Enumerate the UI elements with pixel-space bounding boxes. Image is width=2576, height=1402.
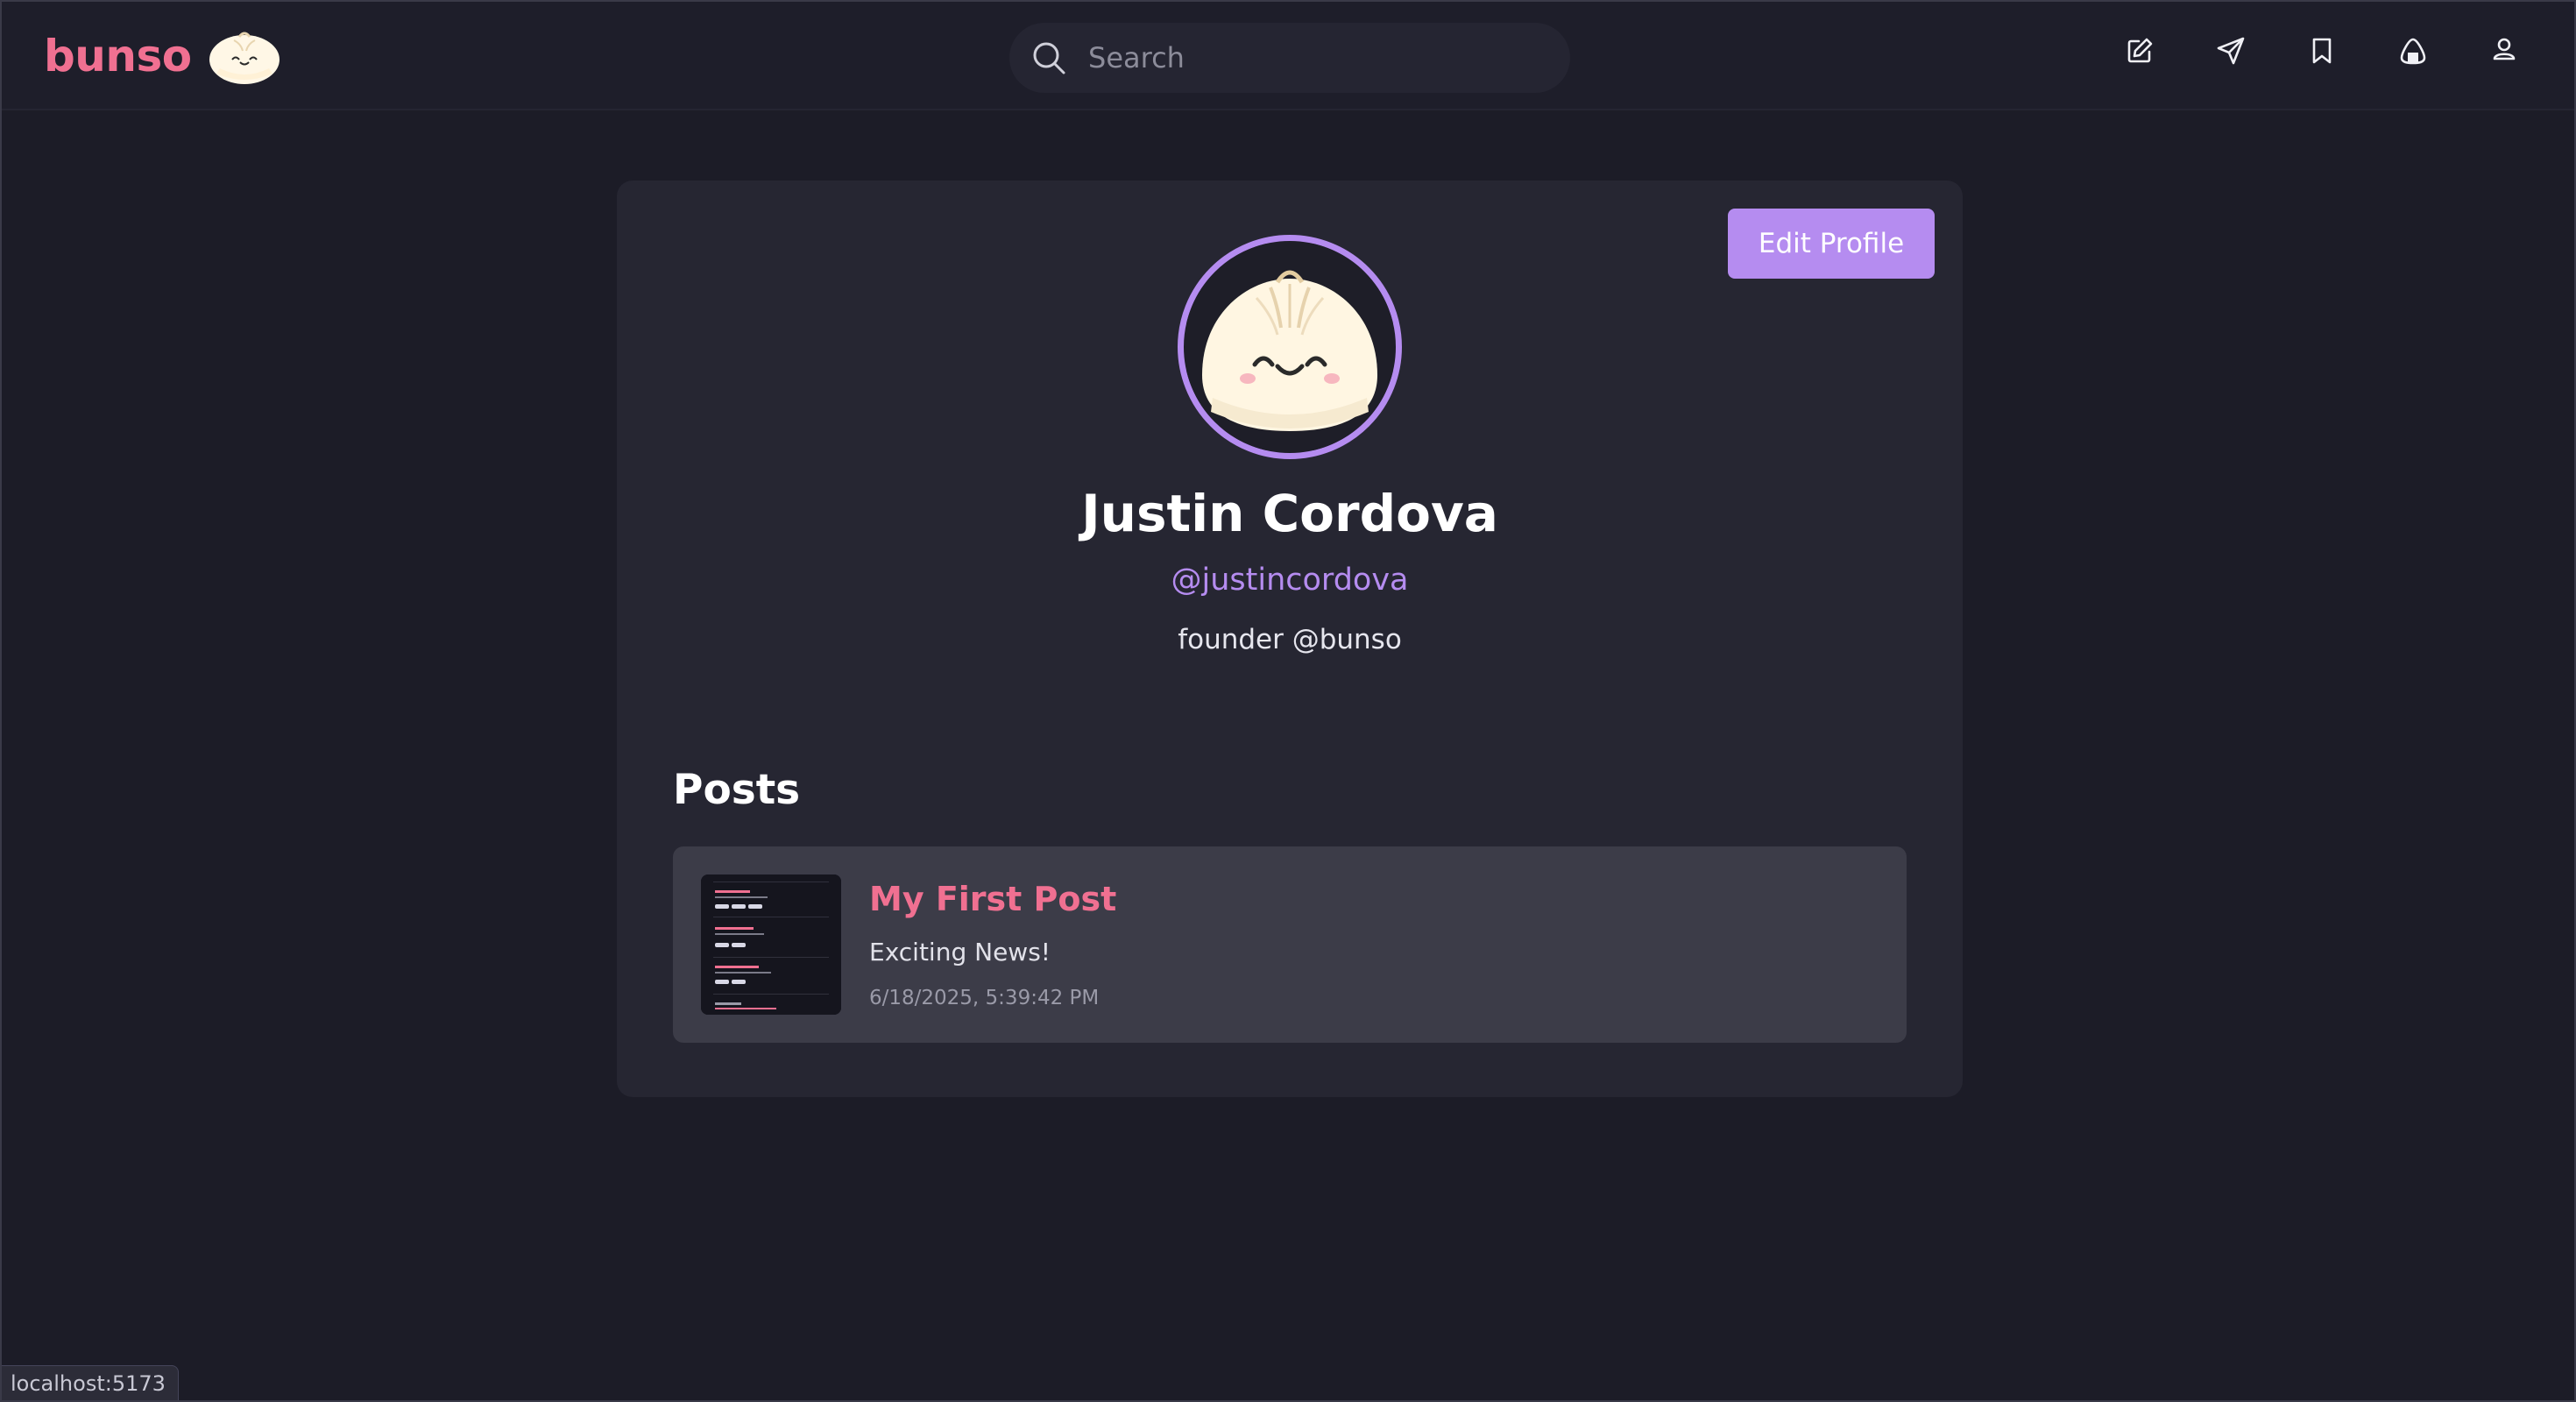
bookmark-icon <box>2312 38 2332 64</box>
messages-button[interactable] <box>2212 32 2250 70</box>
create-post-button[interactable] <box>2120 32 2159 70</box>
rice-ball-icon <box>2400 38 2426 65</box>
profile-card: Edit Profile Justin Cordova @justincordo <box>617 181 1963 1097</box>
bun-avatar-icon <box>1186 244 1393 450</box>
search-bar[interactable] <box>1009 23 1570 93</box>
home-logo-link[interactable]: bunso <box>44 26 281 86</box>
bookmarks-button[interactable] <box>2303 32 2341 70</box>
compose-icon <box>2127 38 2153 63</box>
app-window: bunso Search Edit Profile Justin Cordova… <box>0 0 2576 1402</box>
post-timestamp: 6/18/2025, 5:39:42 PM <box>869 987 1100 1009</box>
profile-button[interactable] <box>2485 32 2523 70</box>
profile-bio: founder @bunso <box>1178 624 1402 655</box>
search-icon <box>1033 42 1065 74</box>
profile-name: Justin Cordova <box>1081 484 1498 543</box>
post-excerpt: Exciting News! <box>869 938 1051 967</box>
post-title[interactable]: My First Post <box>869 880 1116 918</box>
send-icon <box>2217 37 2245 65</box>
post-card[interactable]: My First Post Exciting News! 6/18/2025, … <box>673 846 1907 1043</box>
user-icon <box>2493 38 2516 60</box>
status-bar-url: localhost:5173 <box>2 1365 179 1400</box>
bun-logo-icon <box>209 32 280 84</box>
nav-icon-group <box>2120 32 2523 70</box>
rice-ball-button[interactable] <box>2394 32 2432 70</box>
search-input[interactable] <box>1086 40 1542 75</box>
avatar <box>1178 235 1402 459</box>
profile-handle[interactable]: @justincordova <box>617 563 1963 598</box>
post-thumbnail-image <box>701 874 841 1015</box>
top-navigation-bar: bunso <box>2 2 2574 110</box>
posts-heading: Posts <box>673 766 801 814</box>
post-thumbnail <box>701 874 841 1015</box>
edit-profile-button[interactable]: Edit Profile <box>1728 209 1935 279</box>
logo-text: bunso <box>44 31 192 81</box>
